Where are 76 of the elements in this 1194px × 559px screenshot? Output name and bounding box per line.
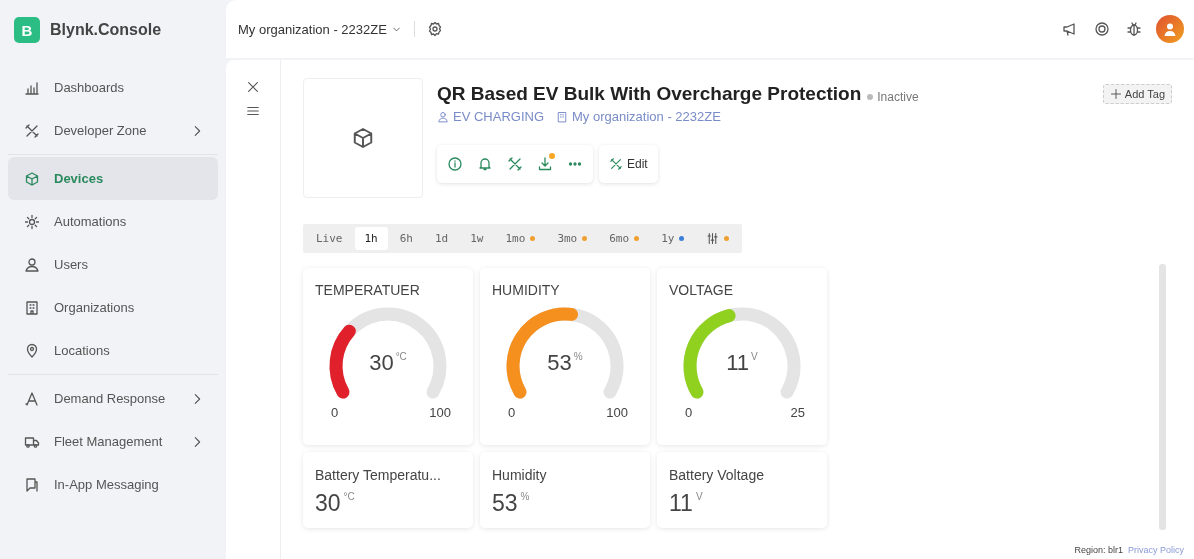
unit-label: °C — [343, 491, 355, 502]
avatar[interactable] — [1156, 15, 1184, 43]
tools-icon — [24, 122, 40, 139]
message-icon — [24, 476, 40, 493]
help-ring-icon — [1094, 21, 1110, 37]
close-icon — [246, 80, 260, 94]
value-label: 53 — [492, 490, 518, 517]
max-label: 100 — [606, 405, 628, 420]
download-icon — [537, 156, 553, 172]
sidebar-item[interactable]: Dashboards — [8, 66, 218, 109]
min-label: 0 — [508, 405, 516, 420]
bell-icon — [477, 156, 493, 172]
unit-label: % — [520, 491, 530, 502]
min-label: 0 — [331, 405, 339, 420]
sidebar-item[interactable]: Developer Zone — [8, 109, 218, 152]
sidebar-item[interactable]: Fleet Management — [8, 420, 218, 463]
widget-title: HUMIDITY — [492, 282, 561, 298]
info-icon — [447, 156, 463, 172]
user-icon — [24, 256, 40, 273]
time-range-tab[interactable]: 1mo — [495, 227, 546, 250]
edit-button[interactable]: Edit — [599, 145, 658, 183]
value-label: 11 — [669, 490, 693, 517]
sidebar-item[interactable]: Users — [8, 243, 218, 286]
sidebar-item[interactable]: Demand Response — [8, 377, 218, 420]
settings-icon — [426, 21, 443, 37]
widget-title: VOLTAGE — [669, 282, 735, 298]
sidebar-item[interactable]: Locations — [8, 329, 218, 372]
time-range-tab[interactable]: 1w — [460, 227, 494, 250]
time-range-tab[interactable]: 1h — [354, 227, 388, 250]
unit-label: % — [573, 351, 583, 362]
scrollbar[interactable] — [1159, 264, 1166, 530]
antenna-icon — [24, 390, 40, 407]
cube-icon — [351, 126, 375, 150]
building-icon — [556, 110, 568, 123]
time-range-tab[interactable]: 1y — [651, 227, 695, 250]
location-pin-icon — [24, 342, 40, 359]
region-label: Region: blr1 — [1074, 545, 1123, 555]
time-range-tab[interactable]: 1d — [425, 227, 459, 250]
widget-title: Battery Voltage — [669, 467, 764, 483]
gauge-value: 30 — [369, 350, 394, 376]
widget-title: Battery Temperatu... — [315, 467, 441, 483]
add-tag-button[interactable]: Add Tag — [1102, 84, 1172, 104]
tools-icon — [507, 156, 523, 172]
sidebar-item[interactable]: Organizations — [8, 286, 218, 329]
max-label: 100 — [429, 405, 451, 420]
time-range-tab[interactable]: Live — [306, 227, 353, 250]
notification-dot — [549, 153, 555, 159]
widget-title: TEMPERATUER — [315, 282, 421, 298]
sidebar-item[interactable]: Automations — [8, 200, 218, 243]
tools-icon — [609, 157, 623, 171]
menu-icon — [246, 104, 260, 118]
min-label: 0 — [685, 405, 693, 420]
time-range-tab[interactable]: 6mo — [599, 227, 650, 250]
app-name: Blynk.Console — [50, 21, 162, 39]
sidebar-item[interactable]: In-App Messaging — [8, 463, 218, 506]
time-range-tab[interactable]: 6h — [389, 227, 423, 250]
gauge-value: 53 — [547, 350, 572, 376]
sun-icon — [24, 213, 40, 230]
widget-title: Humidity — [492, 467, 547, 483]
unit-label: °C — [395, 351, 407, 362]
megaphone-icon — [1062, 21, 1078, 37]
bug-icon — [1126, 21, 1142, 37]
device-title: QR Based EV Bulk With Overcharge Protection — [437, 83, 862, 105]
unit-label: V — [751, 351, 758, 362]
device-status: Inactive — [867, 90, 919, 104]
time-range-tab[interactable]: 3mo — [547, 227, 598, 250]
plus-icon — [1109, 88, 1122, 100]
building-icon — [24, 299, 40, 316]
sliders-icon — [706, 232, 720, 245]
cube-icon — [24, 170, 40, 187]
user-icon — [437, 110, 449, 123]
max-label: 25 — [790, 405, 805, 420]
value-label: 30 — [315, 490, 341, 517]
gauge-value: 11 — [726, 350, 750, 376]
unit-label: V — [695, 491, 703, 502]
organization-dropdown[interactable]: My organization - 2232ZE — [238, 21, 402, 37]
